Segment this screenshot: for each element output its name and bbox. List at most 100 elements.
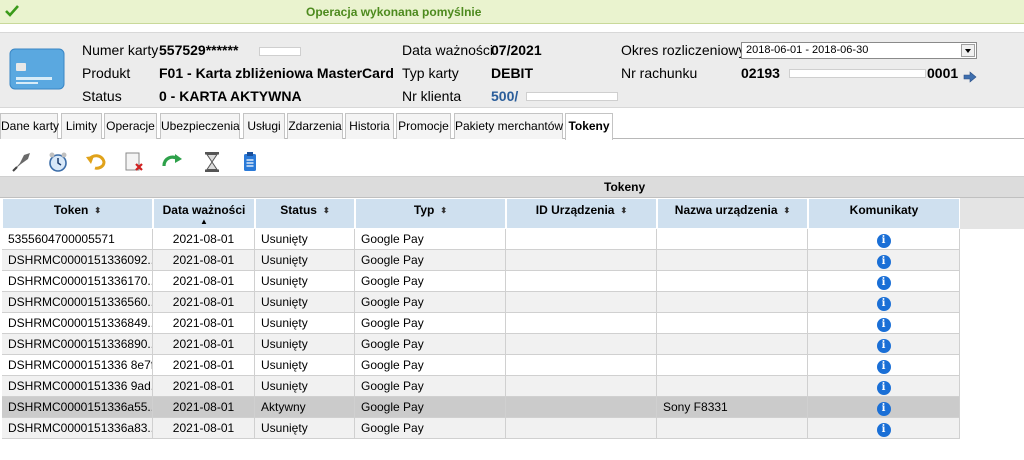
table-row[interactable]: DSHRMC0000151336890... 2021-08-01 Usunięty…	[2, 334, 960, 355]
cell-type: Google Pay	[355, 250, 506, 271]
cell-type: Google Pay	[355, 292, 506, 313]
table-row[interactable]: 5355604700005571 2021-08-01 Usunięty Google…	[2, 229, 960, 250]
tab-promocje[interactable]: Promocje	[396, 113, 451, 139]
info-icon[interactable]: i	[876, 234, 891, 248]
cell-token: 5355604700005571	[2, 229, 153, 250]
column-header-messages[interactable]: Komunikaty	[808, 198, 960, 229]
hourglass-icon[interactable]	[200, 151, 224, 173]
success-message-bar: Operacja wykonana pomyślnie	[0, 0, 1024, 24]
table-row[interactable]: DSHRMC0000151336849... 2021-08-01 Usunięty…	[2, 313, 960, 334]
cell-device-name	[657, 271, 808, 292]
redacted-mask	[526, 92, 618, 101]
tab-ubezpieczenia[interactable]: Ubezpieczenia	[160, 113, 240, 139]
clock-icon[interactable]	[46, 151, 70, 173]
info-icon[interactable]: i	[876, 255, 891, 269]
cell-expiry: 2021-08-01	[153, 292, 255, 313]
table-row[interactable]: DSHRMC0000151336092... 2021-08-01 Usunięty…	[2, 250, 960, 271]
tab-operacje[interactable]: Operacje	[104, 113, 157, 139]
info-icon[interactable]: i	[876, 318, 891, 332]
success-message-text: Operacja wykonana pomyślnie	[306, 5, 482, 19]
client-number-value[interactable]: 500/	[491, 88, 518, 104]
tab-uslugi[interactable]: Usługi	[243, 113, 285, 139]
grid-title: Tokeny	[0, 177, 1024, 198]
cell-expiry: 2021-08-01	[153, 397, 255, 418]
tab-limity[interactable]: Limity	[61, 113, 102, 139]
cell-token: DSHRMC0000151336 9ad...	[2, 376, 153, 397]
column-header-status[interactable]: Status ⬍	[255, 198, 355, 229]
info-icon[interactable]: i	[876, 339, 891, 353]
column-header-type[interactable]: Typ ⬍	[355, 198, 506, 229]
rocket-icon[interactable]	[10, 151, 34, 173]
delete-document-icon[interactable]	[122, 151, 146, 173]
cell-status: Usunięty	[255, 313, 355, 334]
tab-pakiety-merchantow[interactable]: Pakiety merchantów	[454, 113, 563, 139]
cell-status: Usunięty	[255, 355, 355, 376]
account-number-label: Nr rachunku	[621, 65, 698, 81]
table-row[interactable]: DSHRMC0000151336 9ad... 2021-08-01 Usunięt…	[2, 376, 960, 397]
client-number-label: Nr klienta	[402, 88, 462, 104]
cell-device-name	[657, 334, 808, 355]
table-row[interactable]: DSHRMC0000151336 8e7f... 2021-08-01 Usunię…	[2, 355, 960, 376]
cell-device-id	[506, 271, 657, 292]
info-icon[interactable]: i	[876, 402, 891, 416]
card-number-value: 557529******	[159, 42, 239, 58]
table-row[interactable]: DSHRMC0000151336170... 2021-08-01 Usunięty…	[2, 271, 960, 292]
redacted-mask	[789, 69, 926, 78]
tab-tokeny[interactable]: Tokeny	[565, 113, 613, 140]
billing-period-select[interactable]: 2018-06-01 - 2018-06-30	[741, 42, 977, 59]
column-header-device-id[interactable]: ID Urządzenia ⬍	[506, 198, 657, 229]
undo-icon[interactable]	[84, 151, 108, 173]
sort-icon: ⬍	[94, 206, 102, 215]
sort-icon: ⬍	[322, 206, 330, 215]
table-row[interactable]: DSHRMC0000151336560... 2021-08-01 Usunięty…	[2, 292, 960, 313]
cell-device-name	[657, 250, 808, 271]
cell-token: DSHRMC0000151336890...	[2, 334, 153, 355]
column-header-token[interactable]: Token ⬍	[2, 198, 153, 229]
refresh-icon[interactable]	[160, 151, 184, 173]
table-row[interactable]: DSHRMC0000151336a83... 2021-08-01 Usunięty…	[2, 418, 960, 439]
chevron-down-icon[interactable]	[961, 44, 975, 57]
cell-device-id	[506, 313, 657, 334]
billing-period-value: 2018-06-01 - 2018-06-30	[746, 44, 869, 56]
info-icon[interactable]: i	[876, 276, 891, 290]
arrow-right-icon[interactable]	[963, 70, 977, 84]
cell-type: Google Pay	[355, 313, 506, 334]
info-icon[interactable]: i	[876, 381, 891, 395]
cell-status: Usunięty	[255, 418, 355, 439]
cell-messages: i	[808, 418, 960, 439]
cell-device-name	[657, 418, 808, 439]
info-icon[interactable]: i	[876, 360, 891, 374]
cell-expiry: 2021-08-01	[153, 334, 255, 355]
cell-device-id	[506, 355, 657, 376]
cell-type: Google Pay	[355, 229, 506, 250]
cell-expiry: 2021-08-01	[153, 250, 255, 271]
info-icon[interactable]: i	[876, 423, 891, 437]
cell-messages: i	[808, 376, 960, 397]
status-value: 0 - KARTA AKTYWNA	[159, 88, 302, 104]
table-row[interactable]: DSHRMC0000151336a55... 2021-08-01 Aktywny G…	[2, 397, 960, 418]
card-number-label: Numer karty	[82, 42, 159, 58]
cell-messages: i	[808, 292, 960, 313]
cell-status: Usunięty	[255, 376, 355, 397]
clipboard-icon[interactable]	[238, 151, 262, 173]
cell-status: Usunięty	[255, 334, 355, 355]
toolbar	[0, 147, 1024, 177]
cell-type: Google Pay	[355, 355, 506, 376]
cell-expiry: 2021-08-01	[153, 229, 255, 250]
column-header-device-name[interactable]: Nazwa urządzenia ⬍	[657, 198, 808, 229]
cell-status: Usunięty	[255, 229, 355, 250]
cell-messages: i	[808, 355, 960, 376]
tab-dane-karty[interactable]: Dane karty	[0, 113, 59, 139]
cell-device-id	[506, 418, 657, 439]
info-icon[interactable]: i	[876, 297, 891, 311]
cell-expiry: 2021-08-01	[153, 376, 255, 397]
sort-icon: ⬍	[783, 206, 791, 215]
column-header-expiry[interactable]: Data ważności ▲	[153, 198, 255, 229]
tab-zdarzenia[interactable]: Zdarzenia	[287, 113, 343, 139]
product-value: F01 - Karta zbliżeniowa MasterCard	[159, 65, 394, 81]
cell-device-name	[657, 313, 808, 334]
tab-historia[interactable]: Historia	[345, 113, 394, 139]
cell-token: DSHRMC0000151336849...	[2, 313, 153, 334]
cell-token: DSHRMC0000151336170...	[2, 271, 153, 292]
cell-type: Google Pay	[355, 271, 506, 292]
